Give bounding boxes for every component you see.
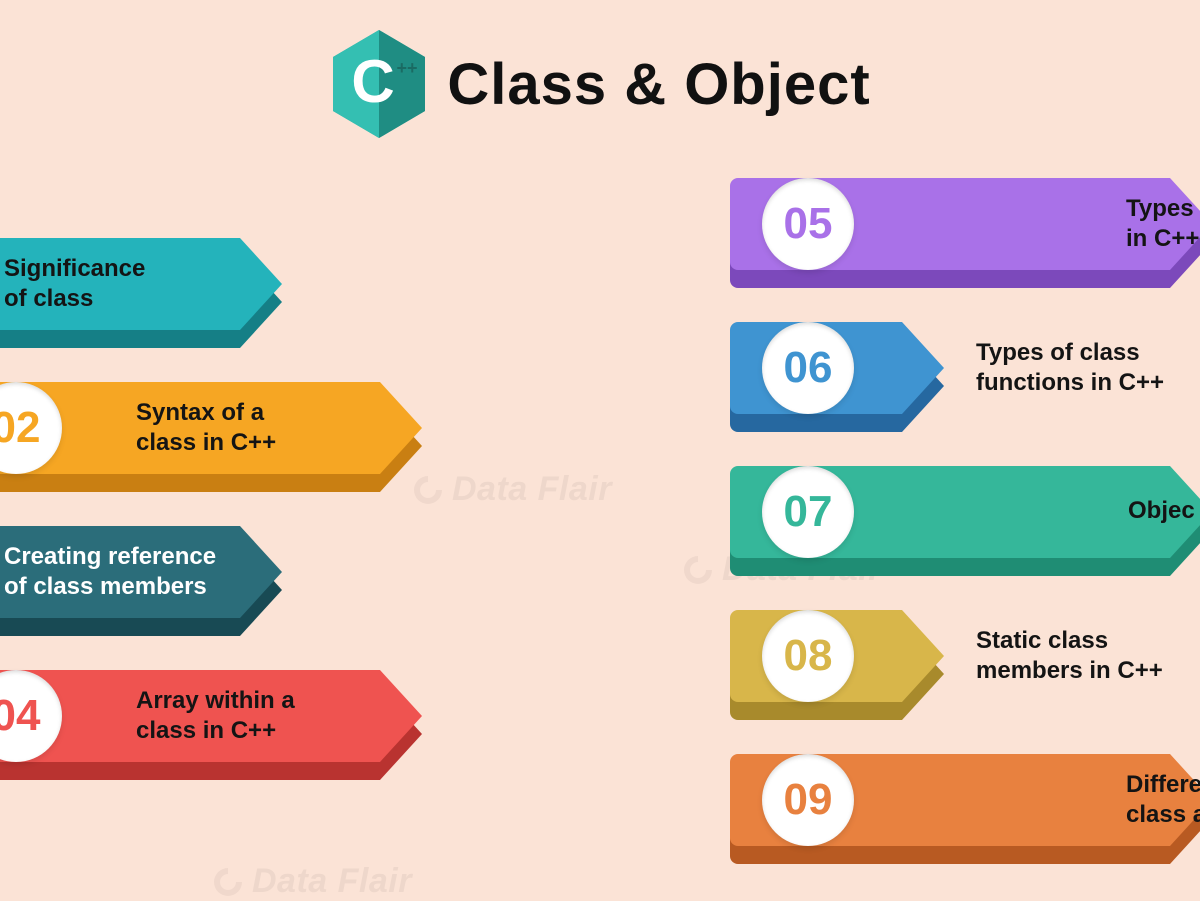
topic-number: 04 xyxy=(0,691,40,741)
swirl-icon xyxy=(680,552,716,588)
topic-number-badge: 08 xyxy=(762,610,854,702)
topic-number: 06 xyxy=(784,343,833,393)
topic-item-02: 02 Syntax of aclass in C++ xyxy=(0,382,460,502)
cpp-logo: C ++ xyxy=(329,28,429,140)
topic-item-07: 07 Objec xyxy=(730,466,1200,586)
page-header: C ++ Class & Object xyxy=(0,0,1200,140)
topic-label: Syntax of aclass in C++ xyxy=(136,398,276,458)
topic-label: Objec xyxy=(1128,496,1195,526)
topic-label: Types of classfunctions in C++ xyxy=(976,338,1164,398)
topic-number-badge: 07 xyxy=(762,466,854,558)
topic-item-08: 08 Static classmembers in C++ xyxy=(730,610,1200,730)
svg-text:C: C xyxy=(352,48,395,115)
topic-number: 02 xyxy=(0,403,40,453)
topic-label: Array within aclass in C++ xyxy=(136,686,295,746)
topic-number-badge: 09 xyxy=(762,754,854,846)
watermark: Data Flair xyxy=(210,862,412,901)
topic-label: Significanceof class xyxy=(4,254,145,314)
topic-item-04: 04 Array within aclass in C++ xyxy=(0,670,460,790)
topic-label: Typesin C++ xyxy=(1126,194,1199,254)
topic-item-09: 09 Differeclass a xyxy=(730,754,1200,874)
topic-label: Differeclass a xyxy=(1126,770,1200,830)
svg-text:++: ++ xyxy=(397,58,418,78)
topic-number-badge: 05 xyxy=(762,178,854,270)
topic-item-06: 06 Types of classfunctions in C++ xyxy=(730,322,1200,442)
topic-label: Creating referenceof class members xyxy=(4,542,216,602)
swirl-icon xyxy=(210,864,246,900)
watermark-text: Data Flair xyxy=(252,862,412,901)
topic-label: Static classmembers in C++ xyxy=(976,626,1163,686)
topic-number: 09 xyxy=(784,775,833,825)
topic-number: 08 xyxy=(784,631,833,681)
topic-item-03: Creating referenceof class members xyxy=(0,526,460,646)
topic-number-badge: 06 xyxy=(762,322,854,414)
left-column: Significanceof class 02 Syntax of aclass… xyxy=(0,238,460,814)
topic-number: 07 xyxy=(784,487,833,537)
topic-number: 05 xyxy=(784,199,833,249)
topic-item-01: Significanceof class xyxy=(0,238,460,358)
hexagon-icon: C ++ xyxy=(329,28,429,140)
page-title: Class & Object xyxy=(447,51,870,118)
watermark-text: Data Flair xyxy=(452,470,612,509)
topic-item-05: 05 Typesin C++ xyxy=(730,178,1200,298)
right-column: 05 Typesin C++ 06 Types of classfunction… xyxy=(730,178,1200,898)
